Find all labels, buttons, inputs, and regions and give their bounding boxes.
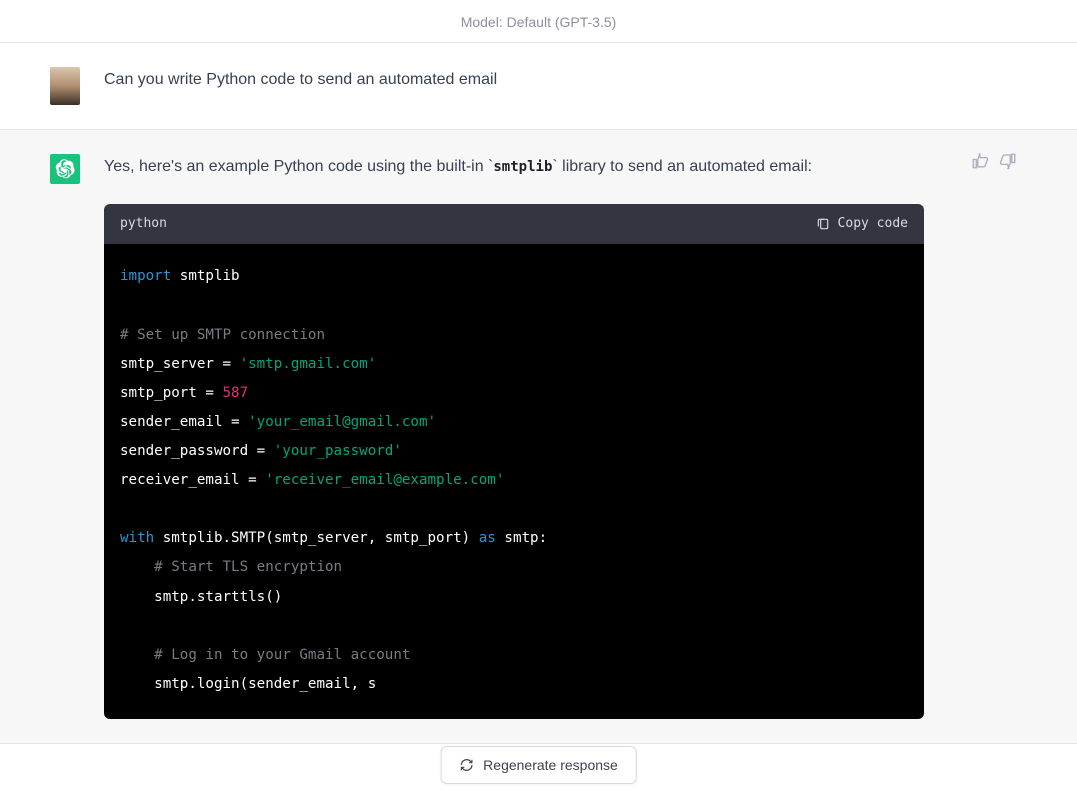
inline-code: smtplib: [493, 159, 552, 175]
regenerate-response-button[interactable]: Regenerate response: [440, 746, 637, 784]
copy-code-label: Copy code: [838, 214, 908, 235]
user-message-row: Can you write Python code to send an aut…: [0, 43, 1077, 129]
openai-logo-icon: [55, 159, 75, 179]
user-message-text: Can you write Python code to send an aut…: [104, 67, 1027, 105]
assistant-message-content: Yes, here's an example Python code using…: [104, 154, 924, 719]
thumbs-up-icon[interactable]: [971, 152, 989, 170]
assistant-avatar: [50, 154, 80, 184]
copy-code-button[interactable]: Copy code: [816, 214, 908, 235]
model-label: Model: Default (GPT-3.5): [461, 14, 617, 30]
assistant-intro-post: library to send an automated email:: [558, 158, 812, 175]
feedback-controls: [971, 152, 1017, 170]
assistant-message-row: Yes, here's an example Python code using…: [0, 129, 1077, 744]
assistant-intro-pre: Yes, here's an example Python code using…: [104, 158, 488, 175]
model-indicator: Model: Default (GPT-3.5): [0, 0, 1077, 43]
code-block: python Copy code import smtplib # Set up…: [104, 204, 924, 719]
thumbs-down-icon[interactable]: [999, 152, 1017, 170]
clipboard-icon: [816, 217, 830, 231]
code-header: python Copy code: [104, 204, 924, 245]
user-avatar: [50, 67, 80, 105]
refresh-icon: [459, 758, 473, 772]
regenerate-label: Regenerate response: [483, 757, 618, 773]
code-body: import smtplib # Set up SMTP connection …: [104, 244, 924, 719]
code-language-label: python: [120, 214, 167, 235]
